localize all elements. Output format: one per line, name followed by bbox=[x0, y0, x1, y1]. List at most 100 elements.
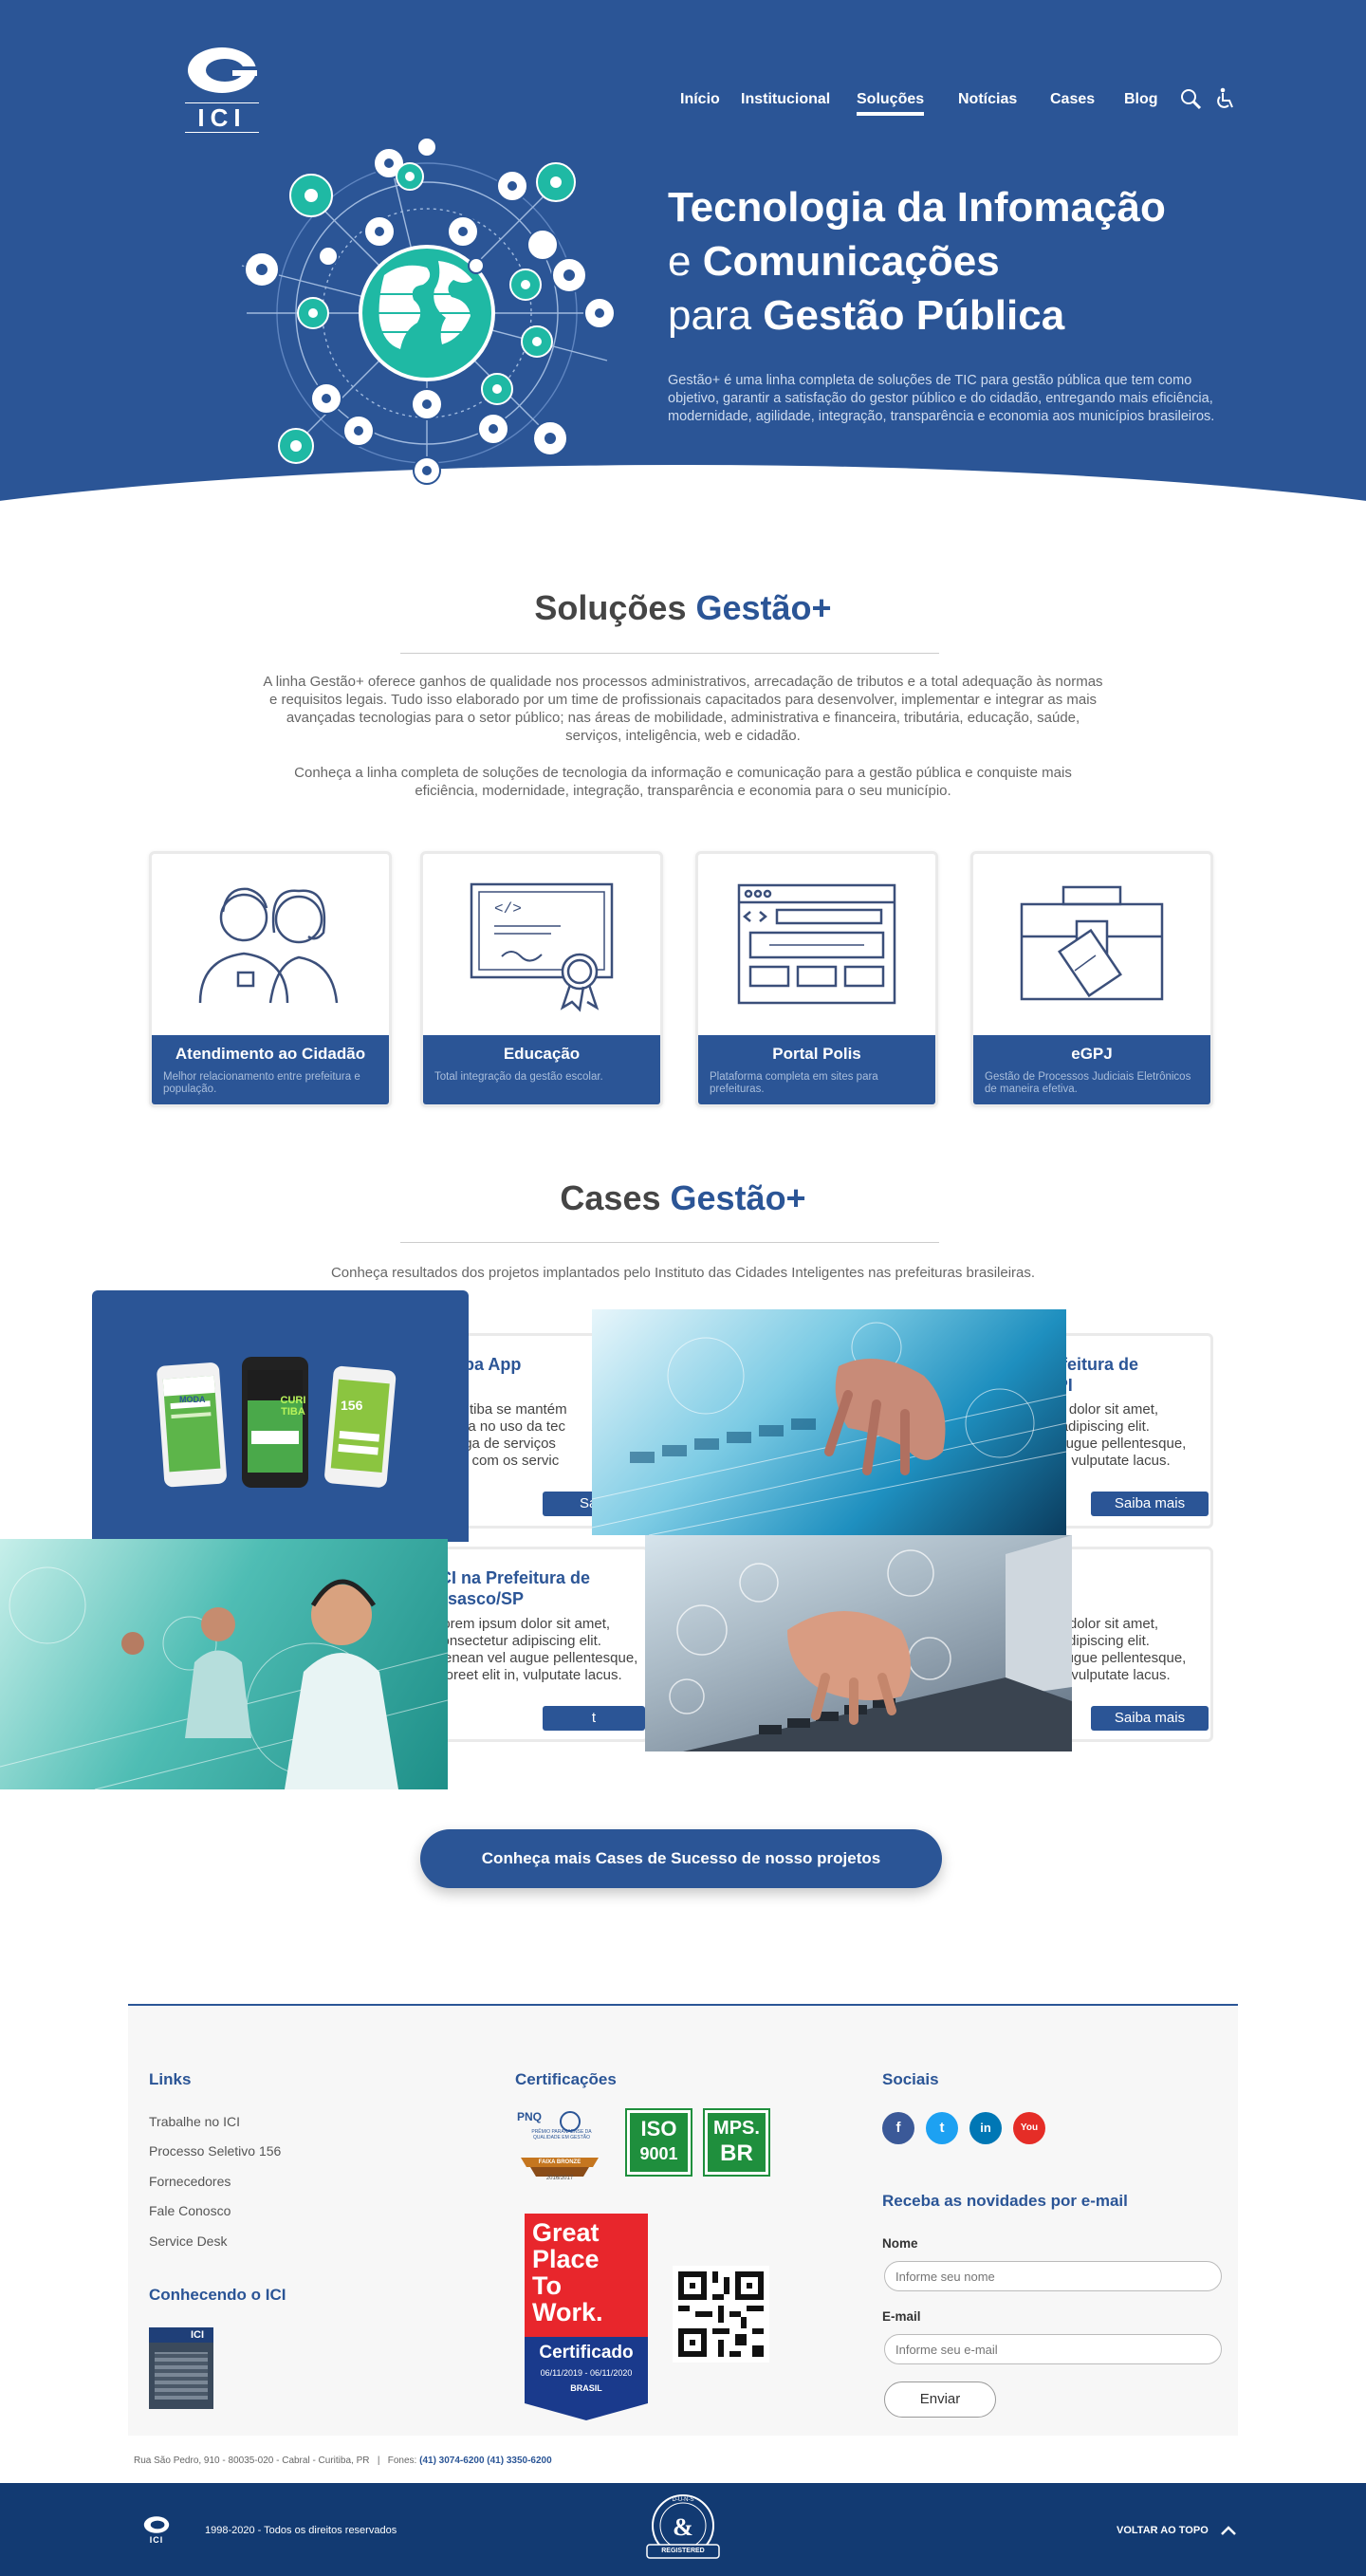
cases-intro: Conheça resultados dos projetos implanta… bbox=[330, 1265, 1036, 1281]
browser-window-icon bbox=[698, 854, 935, 1034]
case-text: Lorem ipsum dolor sit amet, consectetur … bbox=[434, 1616, 638, 1683]
case-read-more-button[interactable]: t bbox=[543, 1706, 645, 1731]
hero-bottom-curve bbox=[0, 465, 1366, 531]
nav-item-solucoes[interactable]: Soluções bbox=[857, 91, 925, 116]
mps-br-badge: MPS. BR bbox=[703, 2108, 770, 2177]
iso-bottom: 9001 bbox=[639, 2144, 678, 2163]
footer-logo-text: ICI bbox=[149, 2535, 164, 2545]
mps-bottom: BR bbox=[720, 2140, 753, 2166]
solutions-title-blue: Gestão+ bbox=[695, 588, 832, 627]
mps-top: MPS. bbox=[713, 2118, 760, 2139]
solution-card-atendimento[interactable]: Atendimento ao Cidadão Melhor relacionam… bbox=[149, 851, 392, 1107]
card-footer: Portal Polis Plataforma completa em site… bbox=[698, 1035, 935, 1104]
footer-link-trabalhe[interactable]: Trabalhe no ICI bbox=[149, 2114, 240, 2129]
pnq-level: FAIXA BRONZE bbox=[538, 2159, 581, 2165]
ici-logo[interactable]: ICI bbox=[185, 42, 259, 137]
duns-top-text: D-U-N-S bbox=[672, 2497, 694, 2503]
citizens-icon bbox=[152, 854, 389, 1034]
send-button[interactable]: Enviar bbox=[884, 2381, 996, 2418]
hero-title-line1: Tecnologia da Infomação bbox=[668, 184, 1166, 231]
solution-card-portal-polis[interactable]: Portal Polis Plataforma completa em site… bbox=[695, 851, 938, 1107]
back-to-top-link[interactable]: VOLTAR AO TOPO bbox=[1117, 2525, 1236, 2536]
footer-ici-logo[interactable]: ICI bbox=[142, 2514, 171, 2548]
hero-description: Gestão+ é uma linha completa de soluções… bbox=[668, 373, 1215, 424]
hero-title-line2-light: e bbox=[668, 238, 703, 285]
about-ici-thumbnail[interactable]: ICI bbox=[149, 2327, 213, 2409]
pnq-title: PNQ bbox=[517, 2110, 543, 2123]
cases-title-blue: Gestão+ bbox=[670, 1178, 806, 1217]
hero-section: ICI Início Institucional Soluções Notíci… bbox=[0, 0, 1366, 531]
gptw-badge-tip bbox=[525, 2403, 648, 2420]
footer-links-title: Links bbox=[149, 2070, 192, 2088]
address-text: Rua São Pedro, 910 - 80035-020 - Cabral … bbox=[134, 2456, 370, 2466]
ici-logo-mark bbox=[188, 47, 259, 93]
cases-title-dark: Cases bbox=[560, 1178, 661, 1217]
case-photo-phones: CURI TIBA MODA 156 bbox=[92, 1290, 469, 1542]
nav-item-cases[interactable]: Cases bbox=[1050, 91, 1095, 108]
footer-social-title: Sociais bbox=[882, 2070, 939, 2088]
card-footer: Educação Total integração da gestão esco… bbox=[423, 1035, 660, 1104]
footer-link-processo-seletivo[interactable]: Processo Seletivo 156 bbox=[149, 2143, 281, 2159]
footer bbox=[128, 2004, 1238, 2436]
case-title: ICI na Prefeitura de Osasco/SP bbox=[434, 1568, 591, 1608]
footer-link-service-desk[interactable]: Service Desk bbox=[149, 2233, 227, 2249]
iso-top: ISO bbox=[640, 2117, 677, 2140]
hero-title: Tecnologia da Infomação e Comunicações p… bbox=[668, 180, 1275, 343]
chevron-up-icon bbox=[1220, 2526, 1236, 2535]
more-cases-button[interactable]: Conheça mais Cases de Sucesso de nosso p… bbox=[420, 1829, 942, 1888]
back-to-top-label: VOLTAR AO TOPO bbox=[1117, 2525, 1209, 2536]
solution-card-egpj[interactable]: eGPJ Gestão de Processos Judiciais Eletr… bbox=[970, 851, 1213, 1107]
twitter-icon[interactable]: t bbox=[926, 2112, 958, 2144]
accessibility-icon[interactable] bbox=[1214, 87, 1237, 115]
youtube-icon[interactable]: You bbox=[1013, 2112, 1045, 2144]
newsletter-title: Receba as novidades por e-mail bbox=[882, 2192, 1128, 2210]
gptw-certified: Certificado bbox=[539, 2343, 634, 2363]
case-read-more-button[interactable]: Saiba mais bbox=[1091, 1706, 1209, 1731]
linkedin-icon[interactable]: in bbox=[969, 2112, 1002, 2144]
search-icon[interactable] bbox=[1179, 87, 1202, 115]
nav-item-noticias[interactable]: Notícias bbox=[958, 91, 1017, 108]
card-title: Portal Polis bbox=[772, 1045, 861, 1063]
footer-cert-title: Certificações bbox=[515, 2070, 617, 2088]
solutions-title: Soluções Gestão+ bbox=[0, 588, 1366, 628]
facebook-icon[interactable]: f bbox=[882, 2112, 914, 2144]
footer-address: Rua São Pedro, 910 - 80035-020 - Cabral … bbox=[134, 2456, 552, 2466]
hero-title-line3-bold: Gestão Pública bbox=[763, 292, 1065, 339]
svg-text:</>: </> bbox=[494, 900, 522, 917]
nav-item-institucional[interactable]: Institucional bbox=[741, 91, 830, 108]
duns-registered-seal: & D-U-N-S REGISTERED bbox=[641, 2492, 725, 2566]
name-label: Nome bbox=[882, 2236, 918, 2251]
solutions-title-dark: Soluções bbox=[534, 588, 687, 627]
solution-card-educacao[interactable]: </> Educação Total integração da gestão … bbox=[420, 851, 663, 1107]
card-subtitle: Plataforma completa em sites para prefei… bbox=[710, 1071, 878, 1095]
solutions-paragraph-1: A linha Gestão+ oferece ganhos de qualid… bbox=[263, 674, 1103, 744]
email-label: E-mail bbox=[882, 2309, 921, 2324]
gptw-dates: 06/11/2019 - 06/11/2020 bbox=[540, 2368, 633, 2378]
card-title: Atendimento ao Cidadão bbox=[175, 1045, 366, 1063]
name-input[interactable] bbox=[884, 2261, 1222, 2291]
phone-screen-label-1: MODA bbox=[179, 1395, 206, 1404]
duns-bottom-text: REGISTERED bbox=[661, 2548, 705, 2554]
hero-title-line2-bold: Comunicações bbox=[702, 238, 1000, 285]
card-footer: eGPJ Gestão de Processos Judiciais Eletr… bbox=[973, 1035, 1210, 1104]
gptw-line1: Great bbox=[532, 2218, 600, 2247]
gptw-line4: Work. bbox=[532, 2298, 603, 2326]
great-place-to-work-badge: Great Place To Work. Certificado 06/11/2… bbox=[525, 2214, 648, 2420]
phones-label: Fones: bbox=[387, 2456, 417, 2466]
logo-text: ICI bbox=[185, 102, 259, 133]
phone-numbers[interactable]: (41) 3074-6200 (41) 3350-6200 bbox=[419, 2456, 552, 2466]
iso-9001-badge: ISO 9001 bbox=[625, 2108, 692, 2177]
briefcase-tablet-icon bbox=[973, 854, 1210, 1034]
footer-link-fornecedores[interactable]: Fornecedores bbox=[149, 2174, 231, 2189]
nav-item-blog[interactable]: Blog bbox=[1124, 91, 1158, 108]
case-photo-typing-hands bbox=[592, 1309, 1066, 1535]
card-title: Educação bbox=[503, 1045, 581, 1063]
nav-item-inicio[interactable]: Início bbox=[680, 91, 720, 108]
email-input[interactable] bbox=[884, 2334, 1222, 2364]
footer-about-title: Conhecendo o ICI bbox=[149, 2286, 286, 2304]
case-read-more-button[interactable]: Saiba mais bbox=[1091, 1492, 1209, 1516]
phone-screen-label-2: CURI TIBA bbox=[280, 1395, 306, 1418]
footer-link-fale-conosco[interactable]: Fale Conosco bbox=[149, 2203, 231, 2218]
cases-title: Cases Gestão+ bbox=[0, 1178, 1366, 1218]
address-separator: | bbox=[377, 2456, 380, 2466]
